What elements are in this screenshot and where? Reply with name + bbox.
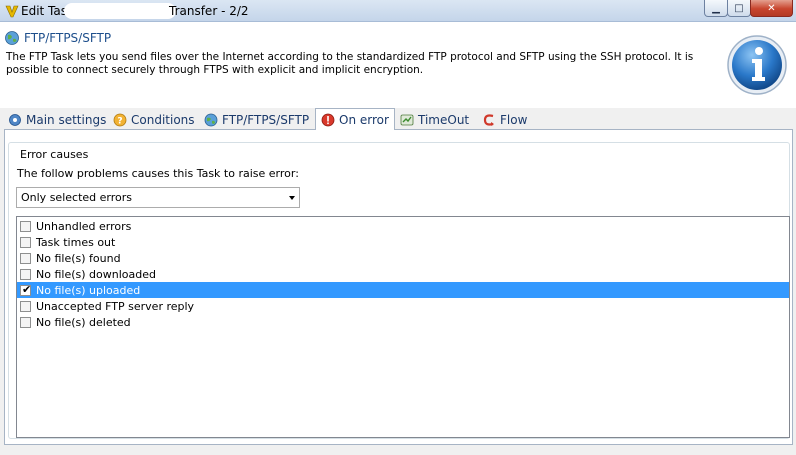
- tab-on-error[interactable]: On error: [315, 108, 395, 130]
- error-mode-value: Only selected errors: [21, 191, 132, 204]
- list-item-label: No file(s) downloaded: [36, 267, 156, 281]
- error-causes-group: Error causes The follow problems causes …: [8, 142, 790, 439]
- window-title-suffix: Transfer - 2/2: [169, 4, 249, 18]
- list-item-no-files-deleted[interactable]: No file(s) deleted: [17, 314, 789, 330]
- checkbox[interactable]: [20, 300, 31, 312]
- checkbox[interactable]: [20, 220, 31, 232]
- group-title: Error causes: [17, 148, 92, 161]
- close-button[interactable]: ✕: [750, 0, 793, 17]
- info-icon: [727, 35, 787, 95]
- checkbox[interactable]: [20, 236, 31, 248]
- checkbox[interactable]: [20, 316, 31, 328]
- title-bar[interactable]: Edit Task - Transfer - 2/2 ▁ □ ✕: [0, 0, 796, 22]
- checkbox[interactable]: [20, 268, 31, 280]
- list-item-label: No file(s) uploaded: [36, 283, 141, 297]
- list-item-unaccepted-ftp-reply[interactable]: Unaccepted FTP server reply: [17, 298, 789, 314]
- task-description: The FTP Task lets you send files over th…: [6, 51, 694, 76]
- list-item-no-files-downloaded[interactable]: No file(s) downloaded: [17, 266, 789, 282]
- list-item-label: No file(s) deleted: [36, 315, 131, 329]
- checkbox-checked[interactable]: ✔: [20, 282, 32, 296]
- list-item-label: Unhandled errors: [36, 219, 132, 233]
- tab-conditions[interactable]: ? Conditions: [107, 110, 201, 129]
- globe-icon: [5, 31, 19, 45]
- list-item-no-files-found[interactable]: No file(s) found: [17, 250, 789, 266]
- maximize-icon: □: [734, 2, 744, 14]
- list-item-unhandled-errors[interactable]: Unhandled errors: [17, 218, 789, 234]
- dialog-footer: [0, 445, 796, 455]
- question-icon: ?: [113, 113, 127, 126]
- list-item-label: No file(s) found: [36, 251, 121, 265]
- tab-label: On error: [339, 112, 389, 127]
- error-causes-list[interactable]: Unhandled errors Task times out No file(…: [16, 216, 790, 438]
- settings-icon: [9, 113, 21, 126]
- title-redaction: [64, 3, 176, 19]
- svg-text:?: ?: [117, 116, 122, 126]
- task-header: FTP/FTPS/SFTP The FTP Task lets you send…: [0, 22, 796, 108]
- error-icon: [321, 113, 335, 126]
- app-logo-icon: [5, 5, 19, 18]
- timeout-icon: [400, 114, 414, 125]
- tab-label: Conditions: [131, 112, 195, 127]
- globe-icon: [204, 113, 218, 126]
- minimize-button[interactable]: ▁: [704, 0, 728, 17]
- tab-flow[interactable]: Flow: [476, 110, 533, 129]
- tab-label: Main settings: [26, 112, 107, 127]
- maximize-button[interactable]: □: [727, 0, 751, 17]
- checkbox[interactable]: [20, 252, 31, 264]
- minimize-icon: ▁: [712, 2, 720, 14]
- tab-timeout[interactable]: TimeOut: [394, 110, 475, 129]
- tab-label: Flow: [500, 112, 528, 127]
- list-item-task-times-out[interactable]: Task times out: [17, 234, 789, 250]
- tab-label: TimeOut: [418, 112, 470, 127]
- list-item-label: Unaccepted FTP server reply: [36, 299, 195, 313]
- page-title: FTP/FTPS/SFTP: [24, 31, 112, 45]
- error-mode-select[interactable]: Only selected errors: [16, 187, 300, 208]
- tab-main-settings[interactable]: Main settings: [2, 110, 112, 129]
- checkmark-icon: ✔: [22, 282, 32, 296]
- tab-ftp-ftps-sftp[interactable]: FTP/FTPS/SFTP: [198, 110, 315, 129]
- list-item-label: Task times out: [36, 235, 116, 249]
- close-icon: ✕: [767, 2, 776, 14]
- tab-label: FTP/FTPS/SFTP: [222, 112, 310, 127]
- flow-icon: [483, 113, 494, 126]
- chevron-down-icon: [289, 196, 295, 200]
- error-causes-prompt: The follow problems causes this Task to …: [17, 167, 299, 180]
- list-item-no-files-uploaded[interactable]: ✔ No file(s) uploaded: [17, 282, 789, 298]
- tab-strip: Main settings ? Conditions FTP/FTPS/SFTP…: [0, 108, 796, 130]
- tab-panel-on-error: Error causes The follow problems causes …: [4, 129, 793, 445]
